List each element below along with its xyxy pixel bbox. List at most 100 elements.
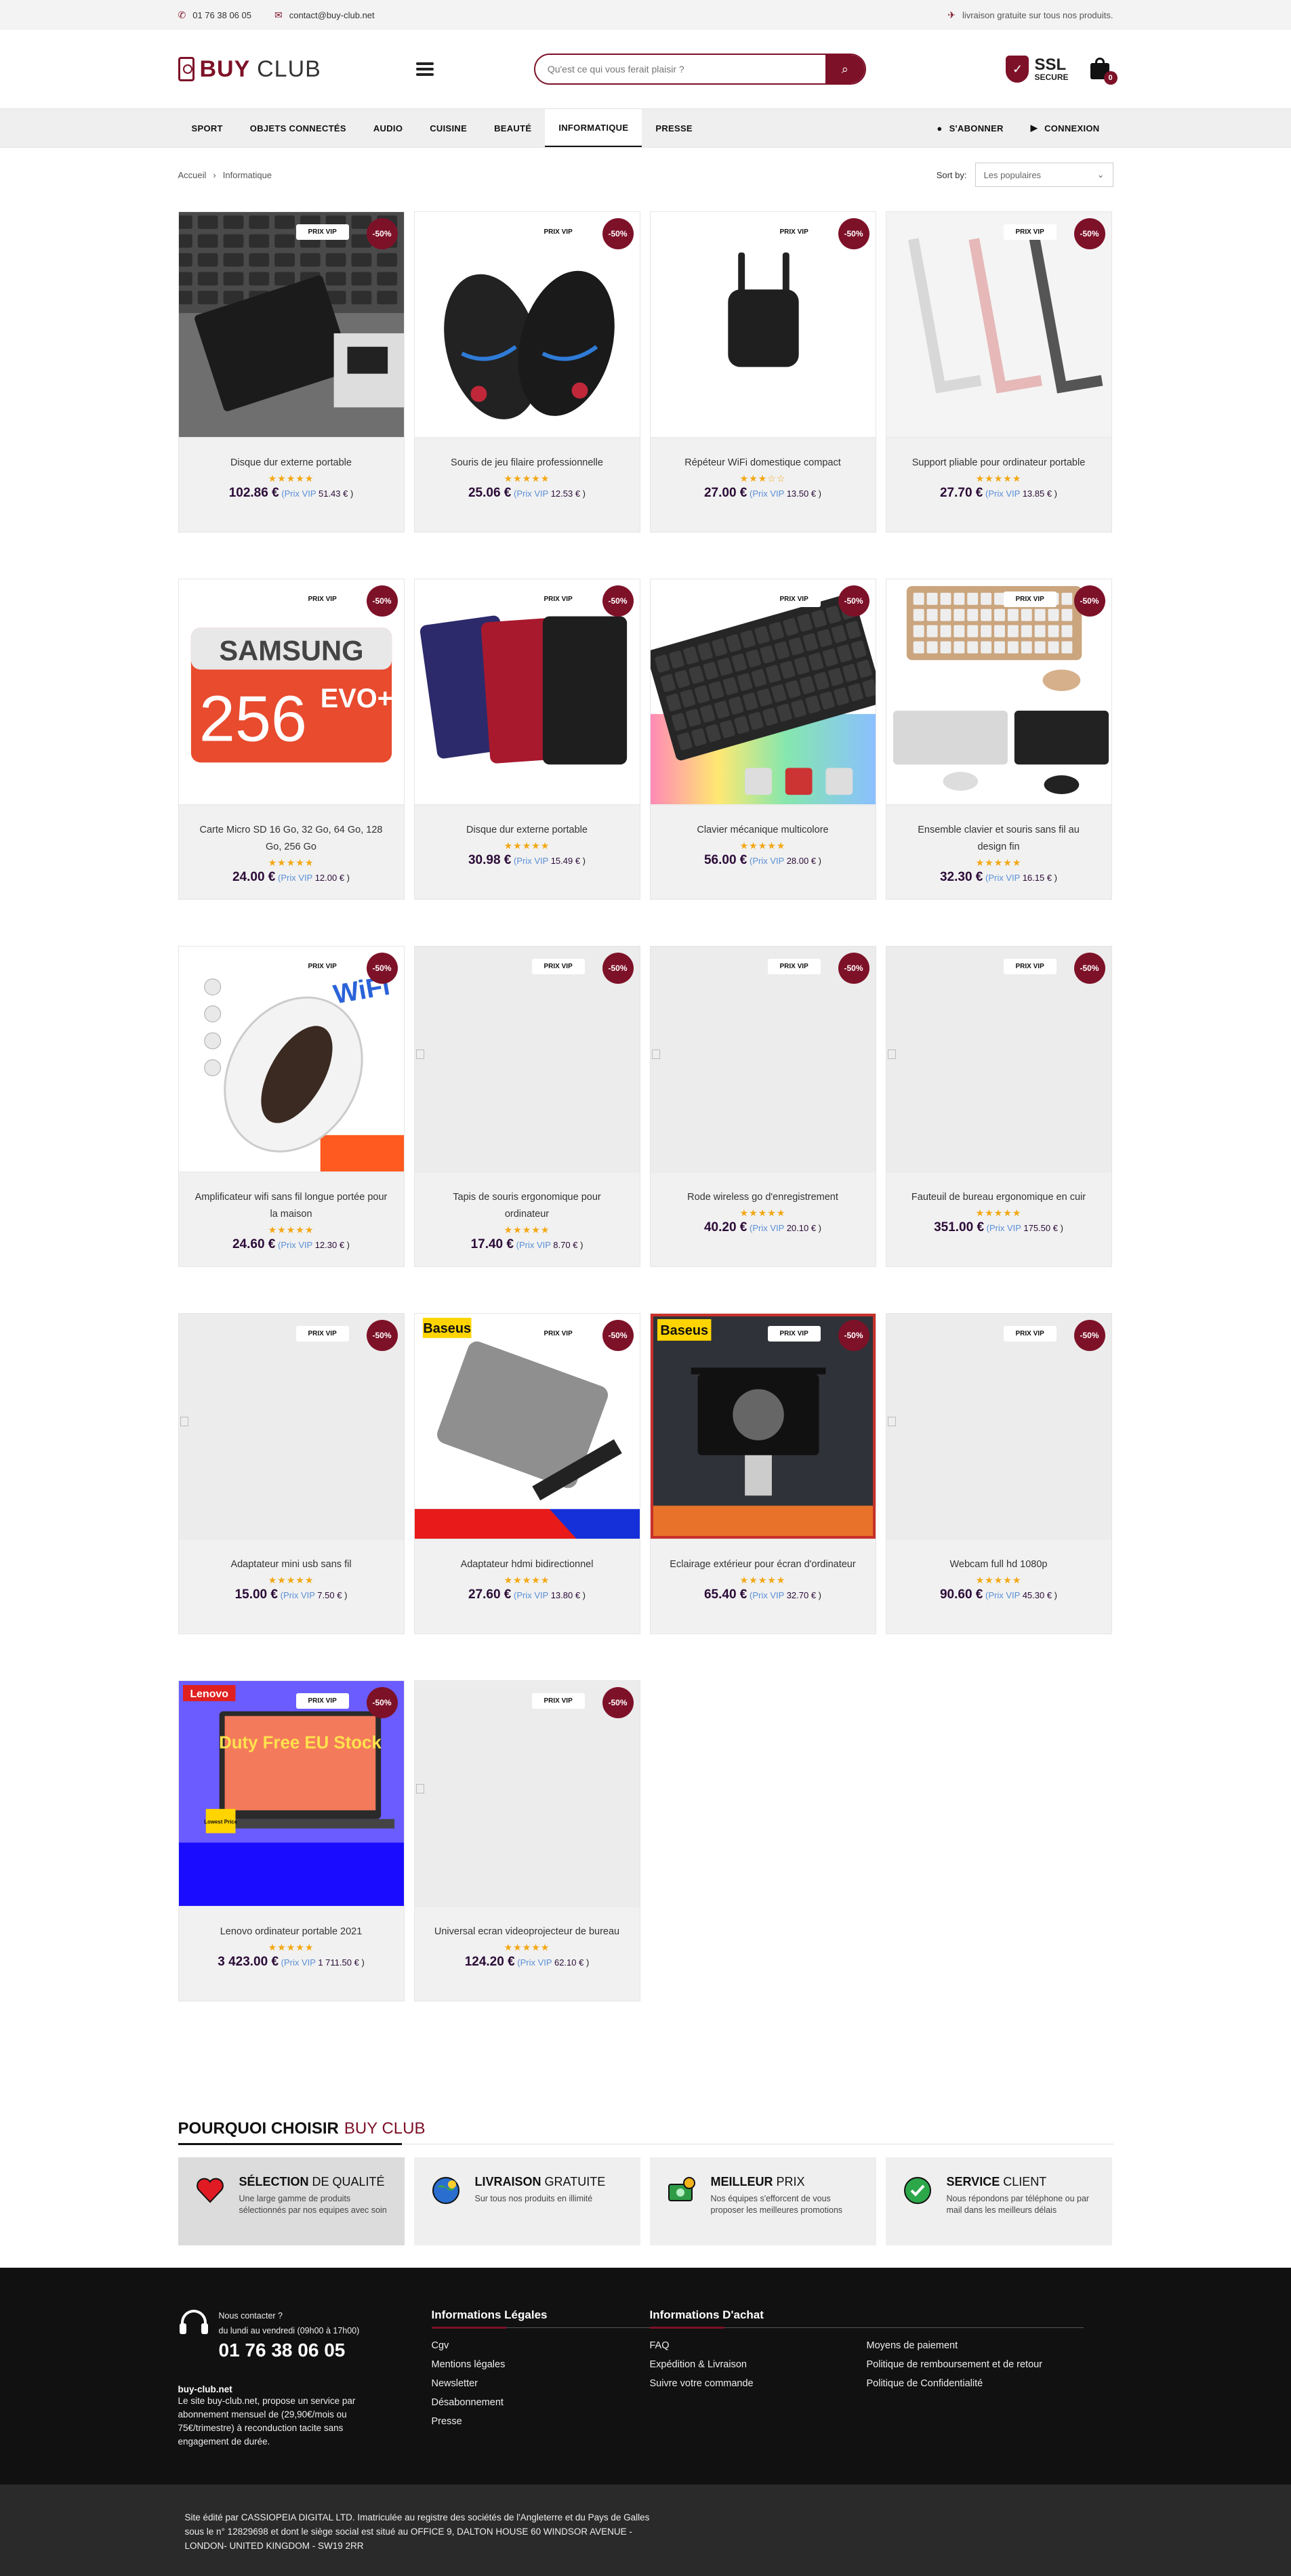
product-card[interactable]: PRIX VIP -50% Webcam full hd 1080p ★★★★★…: [885, 1313, 1112, 1634]
product-image[interactable]: PRIX VIP -50%: [414, 947, 640, 1173]
product-image[interactable]: Lenovo Duty Free EU Stock Lowest Price PRI…: [178, 1681, 404, 1907]
product-image[interactable]: Baseus PRIX VIP -50%: [650, 1314, 876, 1540]
nav-item-audio[interactable]: AUDIO: [360, 109, 416, 147]
product-name[interactable]: Fauteuil de bureau ergonomique en cuir: [903, 1189, 1095, 1206]
product-image[interactable]: PRIX VIP -50%: [650, 947, 876, 1173]
search-input[interactable]: [535, 55, 825, 83]
search-button[interactable]: ⌕: [825, 55, 865, 83]
product-card[interactable]: PRIX VIP -50% Support pliable pour ordin…: [885, 211, 1112, 533]
product-card[interactable]: PRIX VIP -50% Souris de jeu filaire prof…: [413, 211, 640, 533]
product-card[interactable]: PRIX VIP -50% Fauteuil de bureau ergonom…: [885, 946, 1112, 1267]
vip-price: 20.10 €: [786, 1223, 817, 1233]
sort-select[interactable]: Les populaires ⌄: [975, 163, 1113, 187]
product-card[interactable]: PRIX VIP -50% Répéteur WiFi domestique c…: [649, 211, 876, 533]
login-link[interactable]: ▶ CONNEXION: [1017, 109, 1113, 147]
product-name[interactable]: Souris de jeu filaire professionnelle: [431, 455, 623, 472]
footer: Nous contacter ? du lundi au vendredi (0…: [0, 2268, 1291, 2485]
product-card[interactable]: PRIX VIP -50% Rode wireless go d'enregis…: [649, 946, 876, 1267]
rating-stars-icon: ★★★★★: [268, 473, 314, 484]
vip-price: 7.50 €: [317, 1590, 342, 1600]
footer-link-suivi[interactable]: Suivre votre commande: [650, 2374, 867, 2393]
product-name[interactable]: Disque dur externe portable: [195, 455, 388, 472]
product-image[interactable]: PRIX VIP -50%: [178, 1314, 404, 1540]
product-image[interactable]: Baseus PRIX VIP -50%: [414, 1314, 640, 1540]
login-label: CONNEXION: [1044, 123, 1100, 133]
product-card[interactable]: PRIX VIP -50% Disque dur externe portabl…: [413, 579, 640, 900]
product-name[interactable]: Rode wireless go d'enregistrement: [667, 1189, 859, 1206]
nav-item-presse[interactable]: PRESSE: [642, 109, 706, 147]
product-image[interactable]: PRIX VIP -50%: [886, 579, 1111, 806]
nav-item-cuisine[interactable]: CUISINE: [416, 109, 480, 147]
discount-badge: -50%: [1073, 953, 1105, 984]
footer-link-mentions[interactable]: Mentions légales: [432, 2355, 650, 2374]
product-price: 27.00 €: [703, 486, 747, 500]
footer-link-desabonnement[interactable]: Désabonnement: [432, 2393, 650, 2412]
rating-stars-icon: ★★★★★: [739, 1207, 786, 1218]
footer-link-paiement[interactable]: Moyens de paiement: [867, 2336, 1084, 2355]
product-card[interactable]: Baseus PRIX VIP -50% Eclairage extérieur…: [649, 1313, 876, 1634]
product-name[interactable]: Webcam full hd 1080p: [903, 1556, 1095, 1573]
footer-link-presse[interactable]: Presse: [432, 2412, 650, 2431]
product-image[interactable]: PRIX VIP -50%: [414, 579, 640, 806]
header: BUY CLUB ⌕ ✓ SSL SECURE 0: [0, 30, 1291, 108]
nav-item-informatique[interactable]: INFORMATIQUE: [545, 109, 642, 147]
nav-item-beaute[interactable]: BEAUTÉ: [480, 109, 545, 147]
product-image[interactable]: PRIX VIP -50%: [178, 212, 404, 438]
product-image[interactable]: PRIX VIP -50%: [650, 212, 876, 438]
product-name[interactable]: Eclairage extérieur pour écran d'ordinat…: [667, 1556, 859, 1573]
subscribe-link[interactable]: ● S'ABONNER: [923, 109, 1017, 147]
footer-link-expedition[interactable]: Expédition & Livraison: [650, 2355, 867, 2374]
menu-icon[interactable]: [415, 62, 434, 76]
vip-tag: PRIX VIP: [531, 224, 585, 240]
product-card[interactable]: PRIX VIP -50% Clavier mécanique multicol…: [649, 579, 876, 900]
product-name[interactable]: Lenovo ordinateur portable 2021: [195, 1924, 388, 1940]
product-name[interactable]: Disque dur externe portable: [431, 822, 623, 839]
product-name[interactable]: Adaptateur mini usb sans fil: [195, 1556, 388, 1573]
product-name[interactable]: Clavier mécanique multicolore: [667, 822, 859, 839]
product-card[interactable]: PRIX VIP -50% Disque dur externe portabl…: [178, 211, 405, 533]
why-card: MEILLEUR PRIX Nos équipes s'efforcent de…: [649, 2157, 876, 2245]
product-image[interactable]: PRIX VIP -50%: [886, 212, 1111, 438]
sort-control: Sort by: Les populaires ⌄: [937, 163, 1113, 187]
product-image[interactable]: WiFi PRIX VIP -50%: [178, 947, 404, 1173]
svg-text:Baseus: Baseus: [423, 1321, 471, 1336]
product-card[interactable]: SAMSUNG 256 EVO+ PRIX VIP -50% Carte Micro…: [178, 579, 405, 900]
product-name[interactable]: Universal ecran videoprojecteur de burea…: [431, 1924, 623, 1940]
footer-link-cgv[interactable]: Cgv: [432, 2336, 650, 2355]
product-image[interactable]: PRIX VIP -50%: [886, 947, 1111, 1173]
cart-button[interactable]: 0: [1089, 58, 1118, 85]
product-image[interactable]: PRIX VIP -50%: [414, 1681, 640, 1907]
topbar-email[interactable]: ✉ contact@buy-club.net: [274, 9, 375, 21]
breadcrumb: Accueil › Informatique: [178, 170, 272, 180]
nav-item-sport[interactable]: SPORT: [178, 109, 237, 147]
product-card[interactable]: Lenovo Duty Free EU Stock Lowest Price PRI…: [178, 1680, 405, 2001]
footer-link-newsletter[interactable]: Newsletter: [432, 2374, 650, 2393]
product-card[interactable]: Baseus PRIX VIP -50% Adaptateur hdmi bid…: [413, 1313, 640, 1634]
product-image[interactable]: PRIX VIP -50%: [886, 1314, 1111, 1540]
product-name[interactable]: Répéteur WiFi domestique compact: [667, 455, 859, 472]
product-image[interactable]: SAMSUNG 256 EVO+ PRIX VIP -50%: [178, 579, 404, 806]
topbar-phone[interactable]: ✆ 01 76 38 06 05: [178, 9, 251, 21]
product-name[interactable]: Carte Micro SD 16 Go, 32 Go, 64 Go, 128 …: [195, 822, 388, 856]
product-card[interactable]: PRIX VIP -50% Ensemble clavier et souris…: [885, 579, 1112, 900]
product-card[interactable]: PRIX VIP -50% Tapis de souris ergonomiqu…: [413, 946, 640, 1267]
product-card[interactable]: PRIX VIP -50% Adaptateur mini usb sans f…: [178, 1313, 405, 1634]
footer-link-confidentialite[interactable]: Politique de Confidentialité: [867, 2374, 1084, 2393]
vip-price-label: Prix VIP: [518, 1240, 551, 1250]
product-name[interactable]: Tapis de souris ergonomique pour ordinat…: [431, 1189, 623, 1223]
footer-phone[interactable]: 01 76 38 06 05: [219, 2340, 360, 2361]
discount-badge: -50%: [366, 218, 398, 249]
product-image[interactable]: PRIX VIP -50%: [650, 579, 876, 806]
product-name[interactable]: Ensemble clavier et souris sans fil au d…: [903, 822, 1095, 856]
footer-link-remboursement[interactable]: Politique de remboursement et de retour: [867, 2355, 1084, 2374]
footer-link-faq[interactable]: FAQ: [650, 2336, 867, 2355]
nav-item-objets-connectes[interactable]: OBJETS CONNECTÉS: [237, 109, 360, 147]
product-name[interactable]: Adaptateur hdmi bidirectionnel: [431, 1556, 623, 1573]
product-name[interactable]: Support pliable pour ordinateur portable: [903, 455, 1095, 472]
product-name[interactable]: Amplificateur wifi sans fil longue porté…: [195, 1189, 388, 1223]
breadcrumb-home[interactable]: Accueil: [178, 170, 207, 180]
product-card[interactable]: PRIX VIP -50% Universal ecran videoproje…: [413, 1680, 640, 2001]
product-image[interactable]: PRIX VIP -50%: [414, 212, 640, 438]
product-card[interactable]: WiFi PRIX VIP -50% Amplificateur wifi sa…: [178, 946, 405, 1267]
site-logo[interactable]: BUY CLUB: [178, 56, 321, 83]
